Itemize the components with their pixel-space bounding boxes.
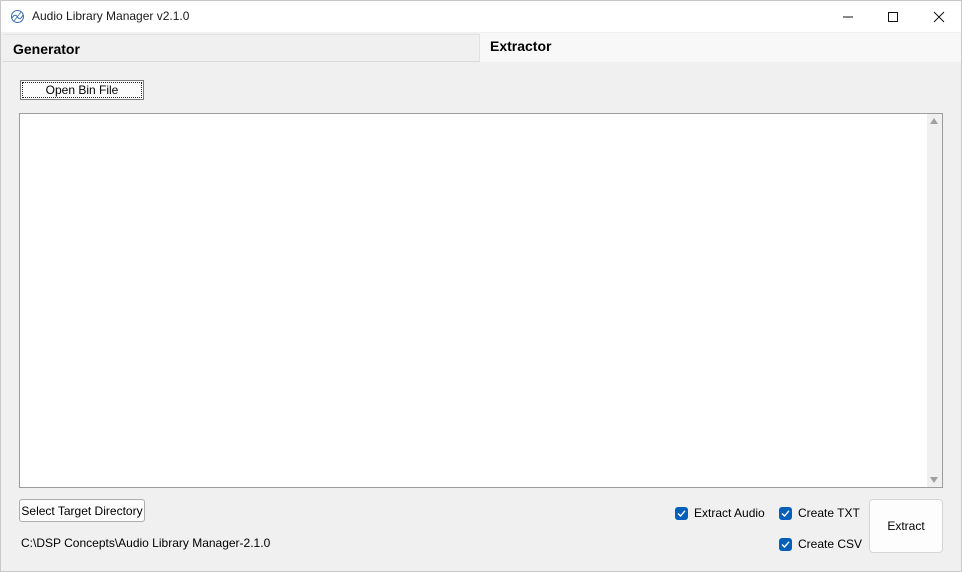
open-bin-file-button[interactable]: Open Bin File (20, 80, 144, 100)
create-txt-label: Create TXT (798, 506, 860, 520)
tab-generator[interactable]: Generator (3, 34, 480, 62)
minimize-icon (843, 16, 853, 17)
checkmark-icon (675, 506, 688, 520)
minimize-button[interactable] (825, 1, 871, 32)
create-csv-checkbox[interactable]: Create CSV (779, 537, 862, 551)
checkmark-icon (779, 506, 792, 520)
create-csv-label: Create CSV (798, 537, 863, 551)
scroll-up-arrow-icon[interactable] (930, 118, 938, 124)
title-bar[interactable]: Audio Library Manager v2.1.0 (1, 1, 961, 32)
log-textarea[interactable] (19, 113, 943, 488)
close-icon (933, 11, 945, 22)
extract-audio-checkbox[interactable]: Extract Audio (675, 506, 765, 520)
maximize-icon (888, 11, 898, 22)
select-target-directory-button[interactable]: Select Target Directory (19, 499, 145, 522)
scroll-down-arrow-icon[interactable] (930, 477, 938, 483)
target-path-label: C:\DSP Concepts\Audio Library Manager-2.… (21, 536, 271, 550)
tab-bar: Generator Extractor (3, 33, 961, 62)
extract-audio-label: Extract Audio (694, 506, 765, 520)
vertical-scrollbar[interactable] (927, 114, 942, 487)
create-txt-checkbox[interactable]: Create TXT (779, 506, 860, 520)
app-window: Audio Library Manager v2.1.0 Generator E… (0, 0, 962, 572)
app-logo-icon (10, 9, 25, 24)
window-title: Audio Library Manager v2.1.0 (32, 9, 190, 23)
checkmark-icon (779, 537, 792, 551)
maximize-button[interactable] (870, 1, 916, 32)
close-button[interactable] (916, 1, 962, 32)
tab-extractor[interactable]: Extractor (480, 33, 961, 62)
extract-button[interactable]: Extract (869, 499, 943, 553)
